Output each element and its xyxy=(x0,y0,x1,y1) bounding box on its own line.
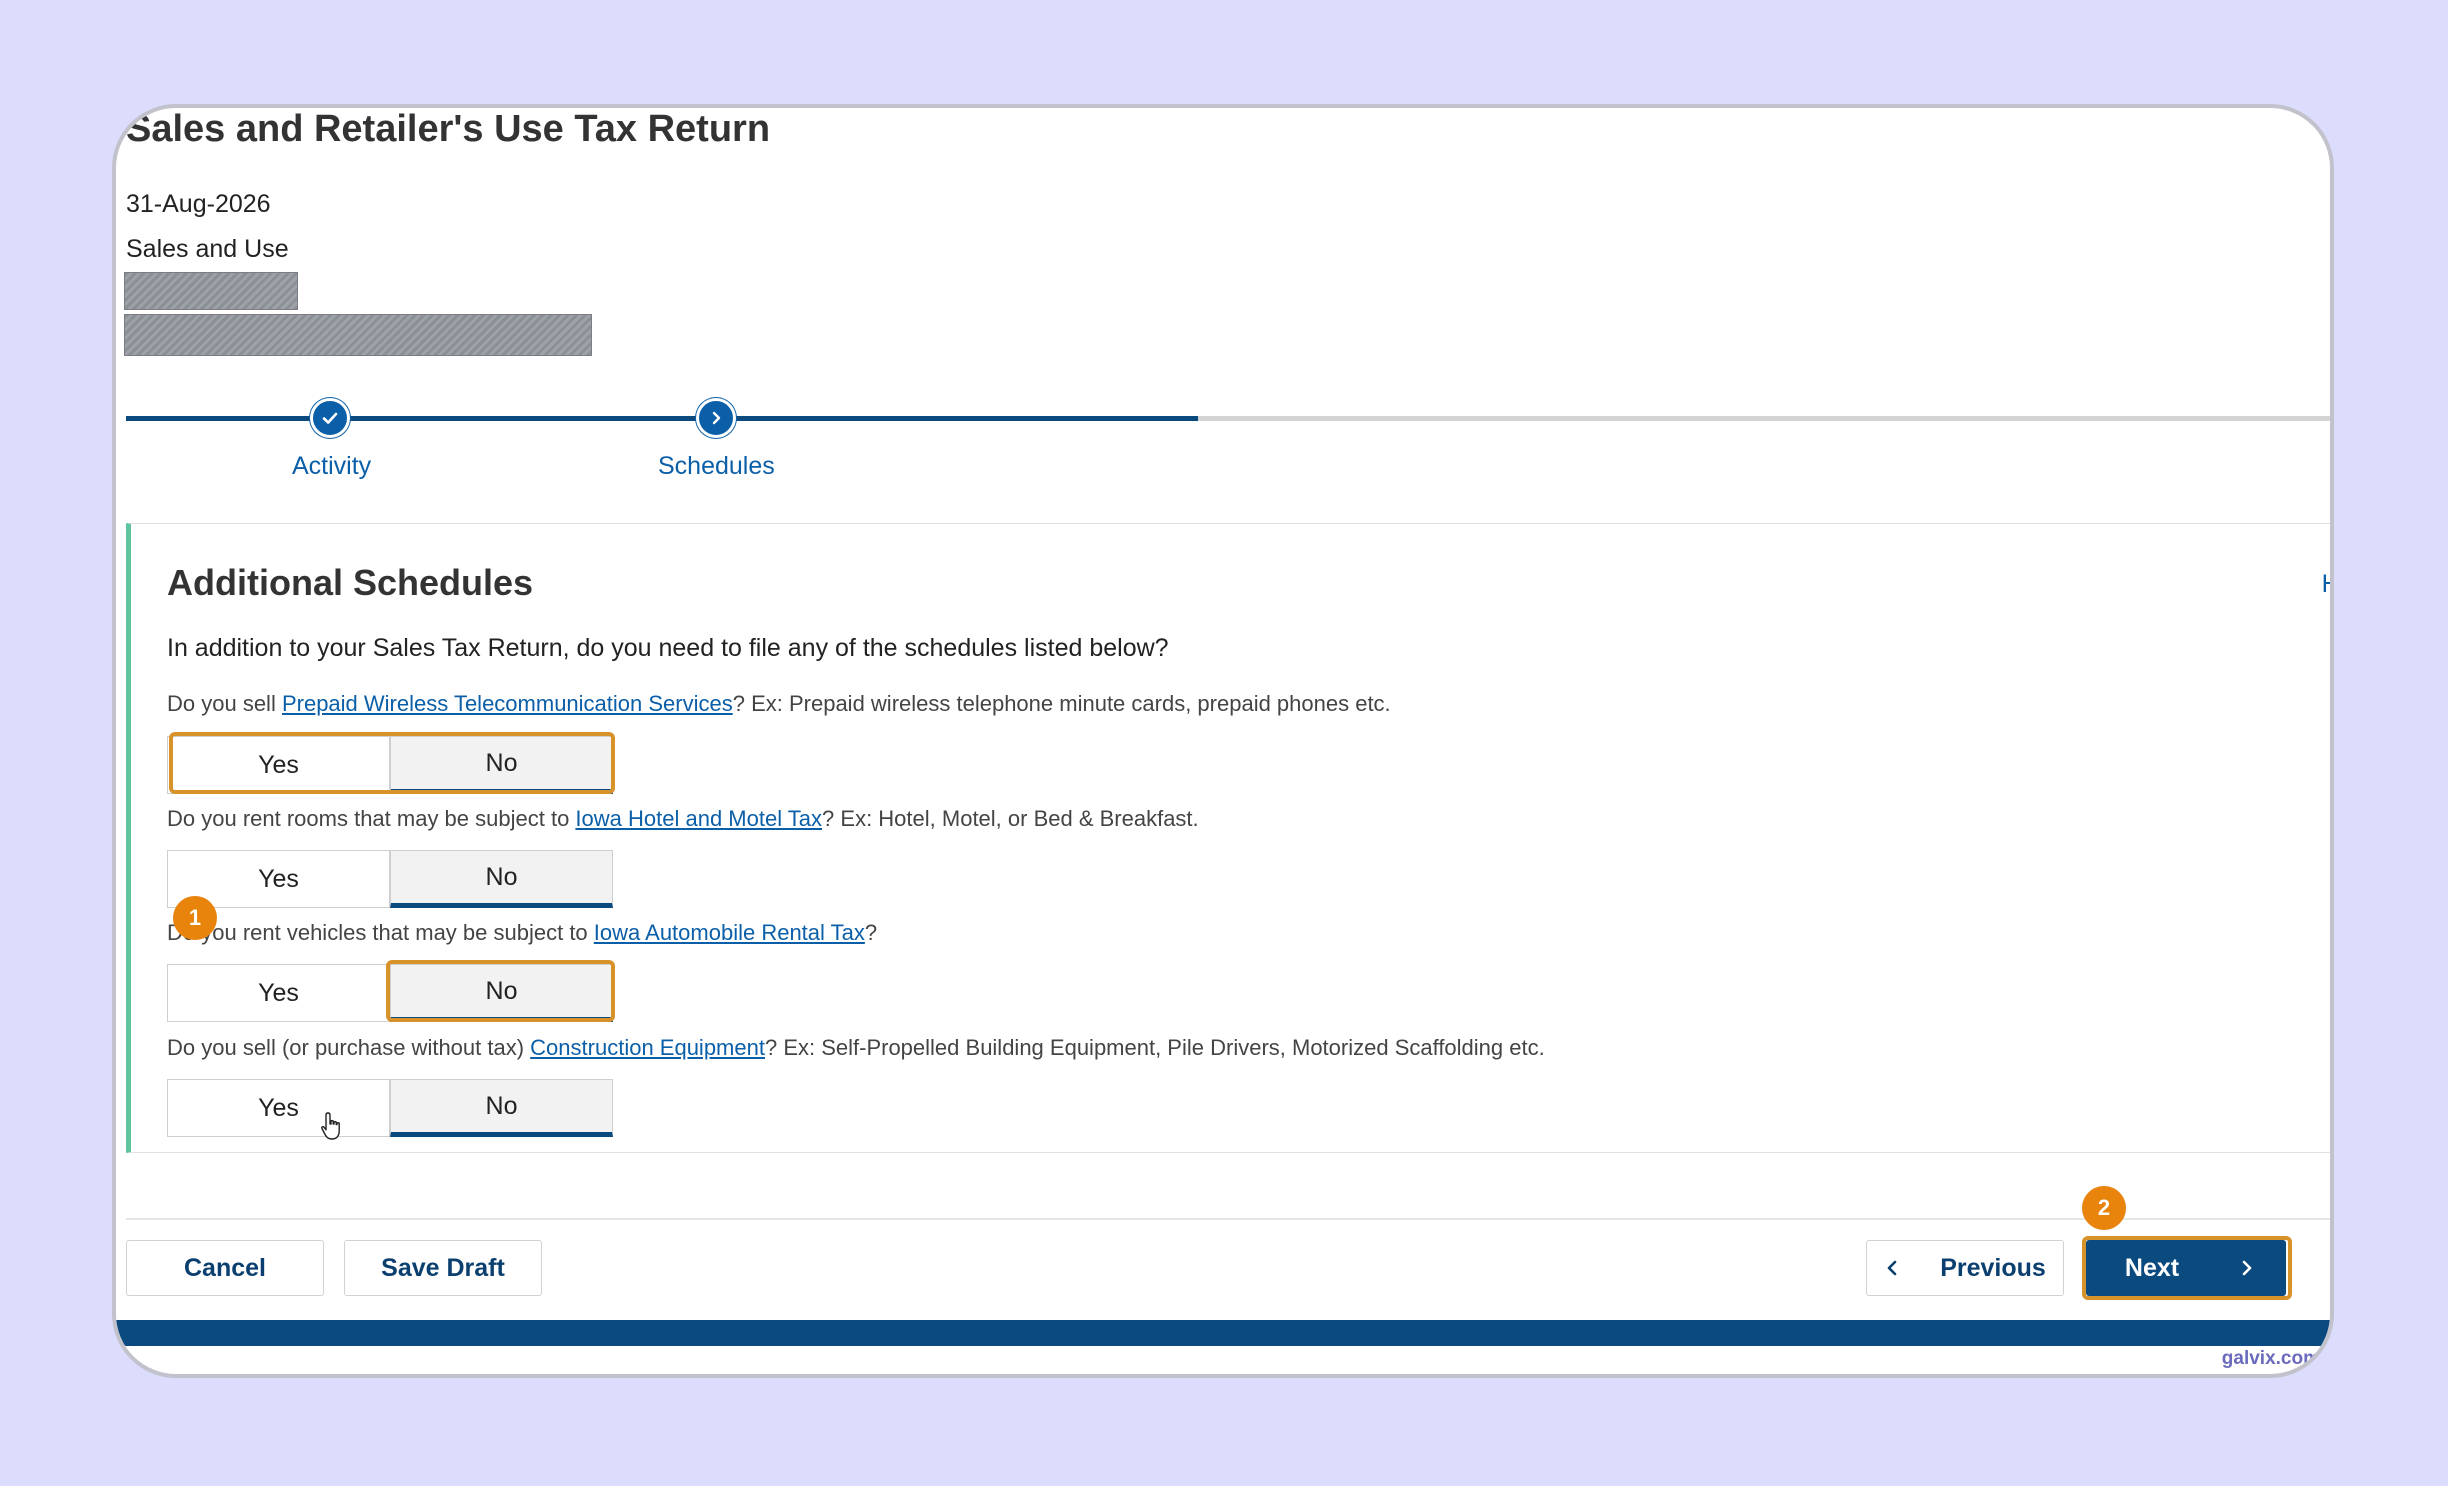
no-button[interactable]: No xyxy=(390,850,613,908)
toggle-prepaid-wireless: Yes No xyxy=(167,736,613,794)
redacted-business-name xyxy=(124,314,592,356)
save-draft-button[interactable]: Save Draft xyxy=(344,1240,542,1296)
step-activity-dot[interactable] xyxy=(310,398,350,438)
chevron-right-icon xyxy=(2242,1260,2252,1276)
previous-button[interactable]: Previous xyxy=(1866,1240,2064,1296)
redacted-account-id xyxy=(124,272,298,310)
tax-type: Sales and Use xyxy=(126,235,289,263)
construction-equipment-link[interactable]: Construction Equipment xyxy=(530,1035,765,1060)
chevron-right-icon xyxy=(712,411,721,425)
question-text: ? Ex: Hotel, Motel, or Bed & Breakfast. xyxy=(822,806,1199,831)
question-text: ? Ex: Self-Propelled Building Equipment,… xyxy=(764,1035,1545,1060)
no-button[interactable]: No xyxy=(390,964,613,1022)
previous-label: Previous xyxy=(1940,1253,2046,1282)
step-schedules-dot[interactable] xyxy=(696,398,736,438)
question-hotel-motel: Do you rent rooms that may be subject to… xyxy=(167,806,1199,832)
chevron-left-icon xyxy=(1887,1260,1897,1276)
toggle-construction-equipment: Yes No xyxy=(167,1079,613,1137)
no-button[interactable]: No xyxy=(390,1079,613,1137)
additional-schedules-card: Additional Schedules Help In addition to… xyxy=(126,523,2330,1153)
toggle-automobile-rental: Yes No xyxy=(167,964,613,1022)
filing-period: 31-Aug-2026 xyxy=(126,190,271,218)
cancel-button[interactable]: Cancel xyxy=(126,1240,324,1296)
hotel-motel-tax-link[interactable]: Iowa Hotel and Motel Tax xyxy=(575,806,822,831)
next-button[interactable]: Next xyxy=(2086,1240,2286,1296)
question-construction-equipment: Do you sell (or purchase without tax) Co… xyxy=(167,1035,1545,1061)
step-activity-label[interactable]: Activity xyxy=(292,452,371,481)
question-text: Do you sell xyxy=(167,691,282,716)
next-label: Next xyxy=(2124,1253,2180,1282)
schedules-intro: In addition to your Sales Tax Return, do… xyxy=(167,634,1169,662)
prepaid-wireless-link[interactable]: Prepaid Wireless Telecommunication Servi… xyxy=(282,691,733,716)
automobile-rental-tax-link[interactable]: Iowa Automobile Rental Tax xyxy=(594,920,865,945)
yes-button[interactable]: Yes xyxy=(167,1079,390,1137)
page-title: Sales and Retailer's Use Tax Return xyxy=(126,108,771,150)
question-text: ? Ex: Prepaid wireless telephone minute … xyxy=(732,691,1391,716)
help-link[interactable]: Help xyxy=(2322,570,2330,599)
question-text: Do you rent rooms that may be subject to xyxy=(167,806,576,831)
question-text: Do you rent vehicles that may be subject… xyxy=(167,920,594,945)
footer-divider xyxy=(126,1218,2330,1220)
app-window: Sales and Retailer's Use Tax Return 31-A… xyxy=(112,104,2334,1378)
no-button[interactable]: No xyxy=(390,736,613,794)
page-content: Sales and Retailer's Use Tax Return 31-A… xyxy=(116,108,2330,1374)
question-automobile-rental: Do you rent vehicles that may be subject… xyxy=(167,920,877,946)
yes-button[interactable]: Yes xyxy=(167,736,390,794)
question-text: Do you sell (or purchase without tax) xyxy=(167,1035,531,1060)
section-title: Additional Schedules xyxy=(167,562,534,603)
check-icon xyxy=(322,412,338,424)
question-text: ? xyxy=(864,920,878,945)
step-schedules-label[interactable]: Schedules xyxy=(658,452,775,481)
footer-bar xyxy=(116,1320,2330,1346)
question-prepaid-wireless: Do you sell Prepaid Wireless Telecommuni… xyxy=(167,691,1391,717)
yes-button[interactable]: Yes xyxy=(167,964,390,1022)
hand-cursor-icon xyxy=(321,1112,340,1140)
stepper-progress-complete xyxy=(126,416,1198,421)
step-badge-1: 1 xyxy=(173,896,217,940)
step-badge-2: 2 xyxy=(2082,1186,2126,1230)
stepper-progress-remaining xyxy=(1198,416,2330,421)
toggle-hotel-motel: Yes No xyxy=(167,850,613,908)
watermark: galvix.com xyxy=(2221,1348,2320,1369)
